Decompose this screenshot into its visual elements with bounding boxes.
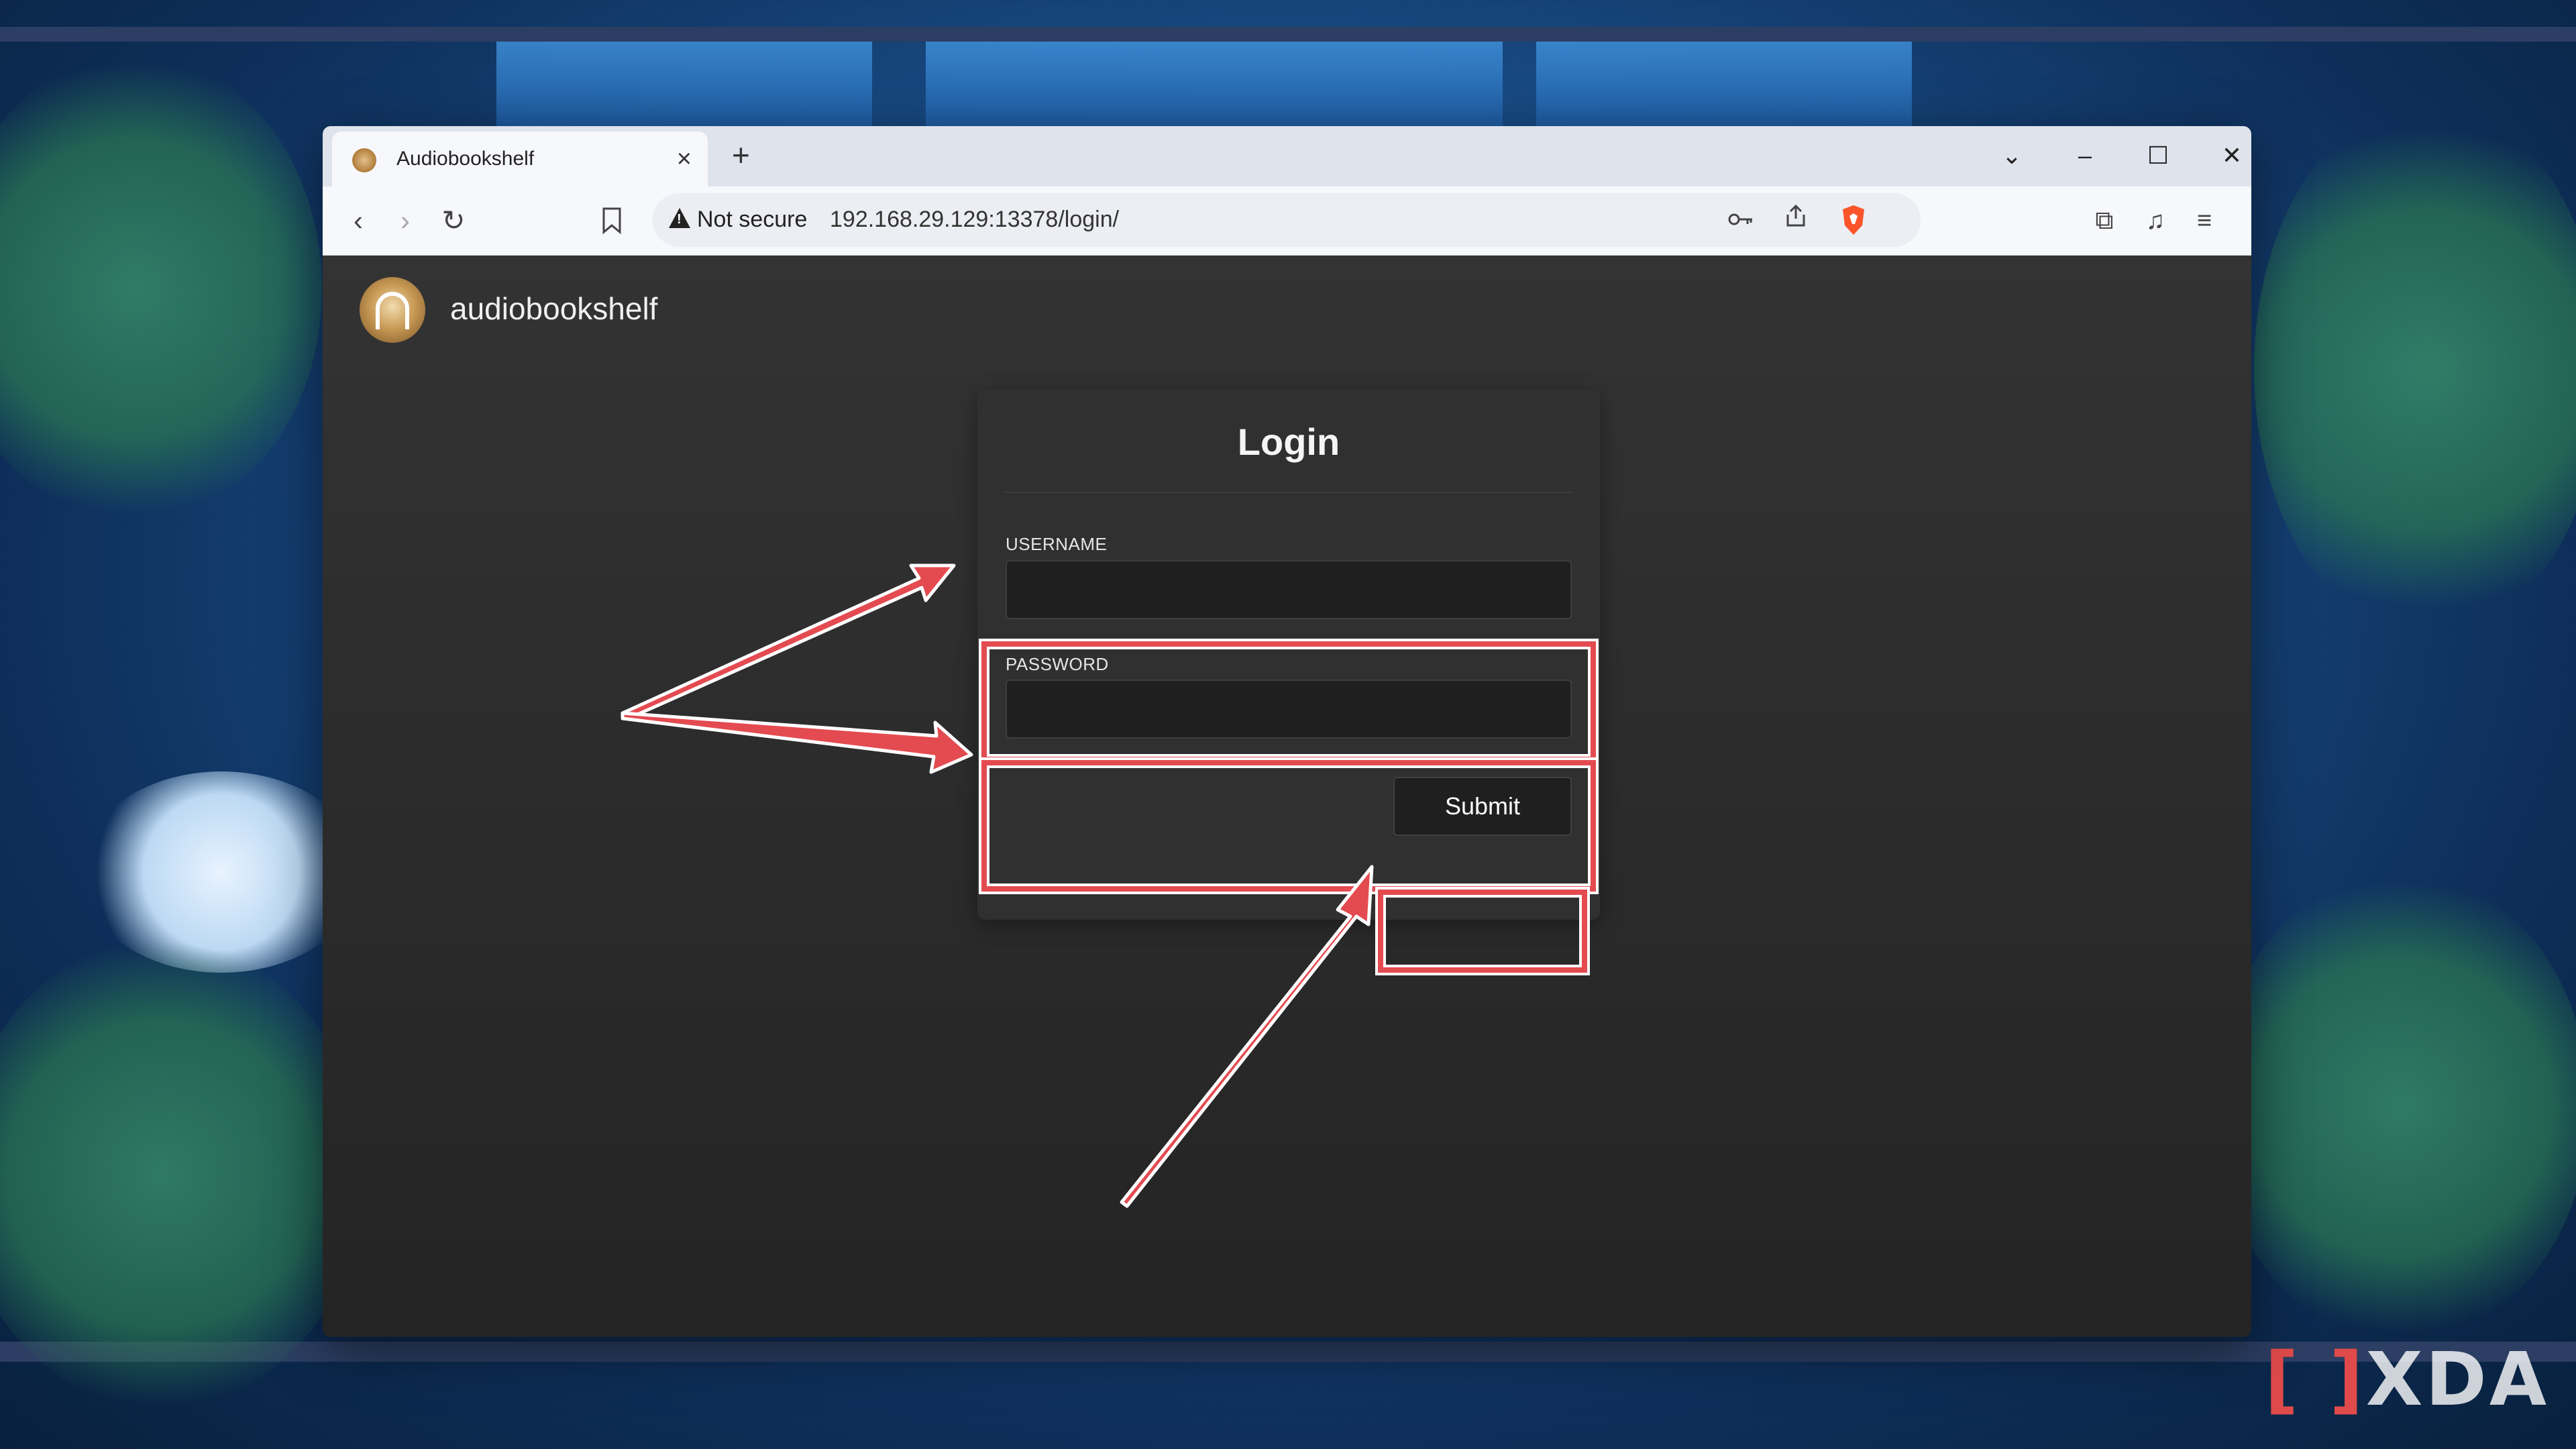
annotation-arrows xyxy=(621,564,1374,1208)
arrow-to-submit xyxy=(1120,865,1374,1208)
arrow-to-username xyxy=(621,564,956,720)
arrow-to-password xyxy=(621,711,973,774)
